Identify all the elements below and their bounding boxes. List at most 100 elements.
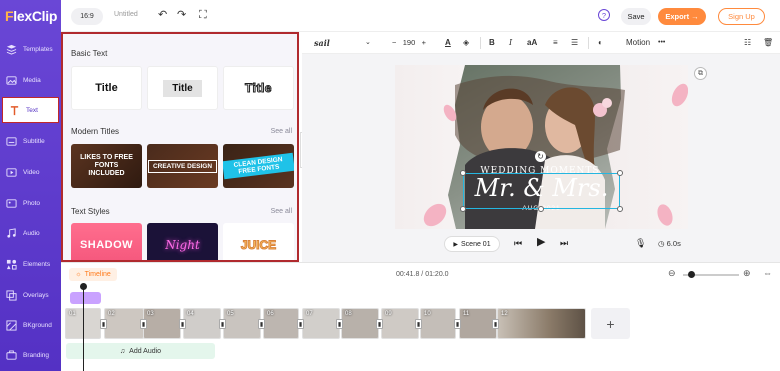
scene-thumbnail[interactable]: 02 — [104, 308, 144, 339]
layers-icon[interactable]: ☷ — [744, 37, 751, 49]
basic-text-card[interactable]: Title — [223, 66, 294, 110]
help-icon[interactable]: ? — [598, 9, 610, 21]
rail-item-audio[interactable]: Audio — [0, 218, 61, 249]
resize-handle[interactable] — [460, 206, 466, 212]
align-center-icon[interactable]: ≡ — [553, 37, 558, 49]
scene-thumbnail[interactable]: 05 — [223, 308, 261, 339]
add-audio-button[interactable]: ♫ Add Audio — [66, 343, 215, 359]
transition-icon[interactable]: ▮ — [100, 319, 107, 329]
text-style-card[interactable]: SHADOW — [71, 223, 142, 260]
resize-handle[interactable] — [617, 170, 623, 176]
rail-item-video[interactable]: Video — [0, 157, 61, 188]
previous-icon[interactable]: ⏮ — [514, 238, 522, 248]
opacity-icon[interactable]: ◐ — [598, 37, 603, 49]
font-size-value[interactable]: 190 — [403, 38, 416, 47]
font-family-select[interactable]: sail — [314, 37, 330, 49]
scene-selector[interactable]: ▶ Scene 01 — [444, 236, 500, 252]
chevron-down-icon[interactable]: ⌄ — [365, 37, 371, 49]
delete-icon[interactable]: 🗑 — [763, 37, 773, 49]
transition-icon[interactable]: ▮ — [140, 319, 147, 329]
see-all-link[interactable]: See all — [271, 128, 292, 135]
app-logo[interactable]: FlexClip — [5, 8, 57, 24]
transition-icon[interactable]: ▮ — [415, 319, 422, 329]
add-scene-button[interactable]: + — [591, 308, 630, 339]
resize-handle[interactable] — [538, 206, 544, 212]
transition-icon[interactable]: ▮ — [376, 319, 383, 329]
text-style-card[interactable]: Night — [147, 223, 218, 260]
increase-size-button[interactable]: + — [422, 38, 426, 47]
transition-icon[interactable]: ▮ — [258, 319, 265, 329]
rail-item-media[interactable]: Media — [0, 65, 61, 96]
timeline-tab[interactable]: ☼ Timeline — [69, 268, 117, 281]
card-label: SHADOW — [79, 239, 134, 251]
resize-handle[interactable] — [460, 170, 466, 176]
transition-icon[interactable]: ▮ — [454, 319, 461, 329]
rail-item-templates[interactable]: Templates — [0, 34, 61, 65]
rail-item-overlays[interactable]: Overlays — [0, 280, 61, 311]
modern-title-card[interactable]: CREATIVE DESIGN — [147, 144, 218, 188]
fullscreen-icon[interactable]: ⛶ — [199, 9, 207, 21]
case-icon[interactable]: aA — [527, 37, 537, 49]
rail-item-subtitle[interactable]: Subtitle — [0, 126, 61, 157]
rail-label: Audio — [23, 230, 40, 237]
scene-thumbnail[interactable]: 06 — [263, 308, 299, 339]
section-title-modern: Modern Titles — [71, 127, 120, 136]
undo-icon[interactable]: ↶ — [158, 9, 167, 21]
scene-thumbnail[interactable]: 07 — [302, 308, 340, 339]
fit-timeline-icon[interactable]: ⇔ — [763, 268, 772, 279]
rotate-icon[interactable]: ↻ — [535, 151, 546, 162]
more-options-icon[interactable]: ••• — [658, 37, 665, 49]
microphone-icon[interactable]: 🎙 — [635, 238, 646, 248]
scene-thumbnail[interactable]: 10 — [420, 308, 456, 339]
text-panel: Basic Text Title Title Title Modern Titl… — [61, 32, 299, 262]
signup-button[interactable]: Sign Up — [718, 8, 765, 25]
zoom-out-icon[interactable]: ⊖ — [668, 268, 676, 279]
transition-icon[interactable]: ▮ — [297, 319, 304, 329]
next-icon[interactable]: ⏭ — [560, 238, 568, 248]
text-selection-box[interactable] — [463, 173, 620, 209]
zoom-slider-handle[interactable] — [688, 271, 695, 278]
rail-item-photo[interactable]: Photo — [0, 188, 61, 219]
highlight-icon[interactable]: ◈ — [463, 37, 469, 49]
transition-icon[interactable]: ▮ — [219, 319, 226, 329]
line-spacing-icon[interactable]: ☰ — [571, 37, 578, 49]
redo-icon[interactable]: ↷ — [177, 9, 186, 21]
basic-text-card[interactable]: Title — [147, 66, 218, 110]
scene-number: 10 — [424, 311, 431, 317]
decrease-size-button[interactable]: − — [392, 38, 396, 47]
transition-icon[interactable]: ▮ — [492, 319, 499, 329]
see-all-link[interactable]: See all — [271, 208, 292, 215]
modern-title-card[interactable]: CLEAN DESIGN FREE FONTS — [223, 144, 294, 188]
project-name[interactable]: Untitled — [114, 11, 138, 18]
scene-thumbnail[interactable]: 09 — [381, 308, 419, 339]
transition-icon[interactable]: ▮ — [336, 319, 343, 329]
motion-button[interactable]: Motion — [626, 37, 650, 49]
media-icon — [6, 75, 17, 86]
export-button[interactable]: Export → — [658, 8, 706, 25]
rail-item-branding[interactable]: Branding — [0, 340, 61, 371]
scene-duration[interactable]: ◷ 6.0s — [658, 239, 681, 248]
play-icon[interactable]: ▶ — [537, 237, 545, 248]
overlay-clip[interactable] — [70, 292, 101, 304]
transition-icon[interactable]: ▮ — [179, 319, 186, 329]
scene-thumbnail[interactable]: 12 — [497, 308, 586, 339]
photo-icon — [6, 198, 17, 209]
scene-thumbnail[interactable]: 08 — [341, 308, 379, 339]
scene-thumbnail[interactable]: 04 — [183, 308, 221, 339]
playhead[interactable] — [83, 285, 84, 371]
text-color-icon[interactable]: A — [445, 37, 451, 49]
rail-item-elements[interactable]: Elements — [0, 249, 61, 280]
modern-title-card[interactable]: LIKES TO FREE FONTS INCLUDED — [71, 144, 142, 188]
scene-thumbnail[interactable]: 03 — [143, 308, 181, 339]
italic-icon[interactable]: I — [509, 37, 512, 49]
rail-item-text[interactable]: Text — [2, 97, 59, 123]
duplicate-icon[interactable]: ⧉ — [694, 67, 707, 80]
save-button[interactable]: Save — [621, 8, 651, 25]
bold-icon[interactable]: B — [489, 37, 495, 49]
text-style-card[interactable]: JUICE — [223, 223, 294, 260]
rail-item-background[interactable]: BKground — [0, 310, 61, 341]
resize-handle[interactable] — [617, 206, 623, 212]
zoom-in-icon[interactable]: ⊕ — [743, 268, 751, 279]
aspect-ratio-button[interactable]: 16:9 — [71, 8, 103, 25]
basic-text-card[interactable]: Title — [71, 66, 142, 110]
